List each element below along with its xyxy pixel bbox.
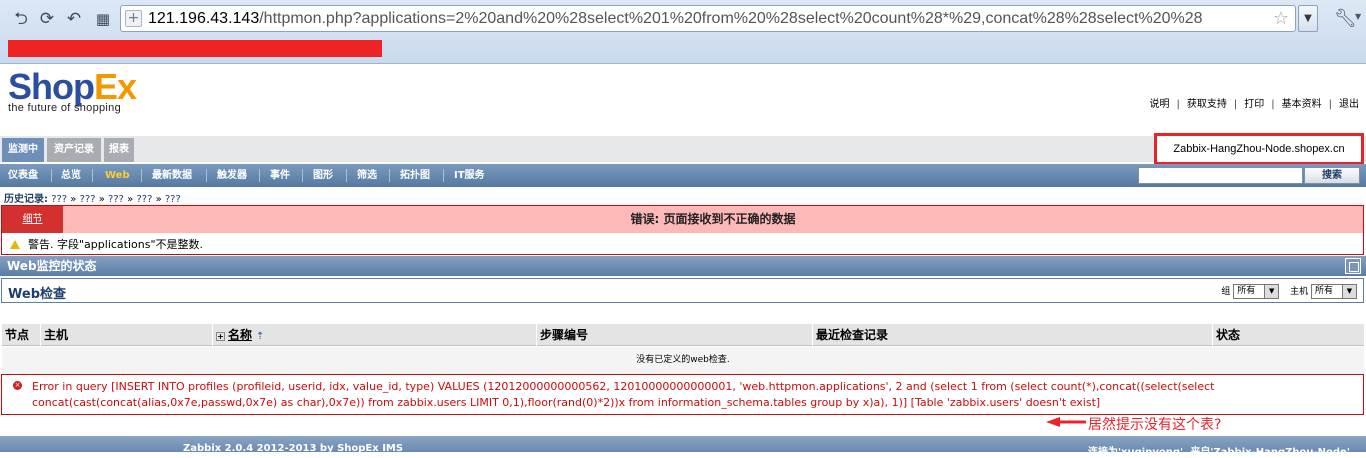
col-step-number[interactable]: 步骤编号 bbox=[536, 324, 812, 346]
page-info-icon[interactable]: + bbox=[125, 10, 142, 27]
error-details-link[interactable]: 细节 bbox=[2, 206, 63, 233]
history-item[interactable]: ??? bbox=[165, 194, 181, 205]
wrench-icon[interactable]: 🔧︎ bbox=[1334, 8, 1357, 29]
history-item[interactable]: ??? bbox=[108, 194, 124, 205]
tab-inventory[interactable]: 资产记录 bbox=[47, 138, 101, 162]
empty-row: 没有已定义的web检查. bbox=[2, 347, 1364, 374]
web-check-title: Web检查 bbox=[8, 287, 66, 302]
shopex-logo: ShopEx the future of shopping bbox=[8, 66, 137, 115]
sort-arrow-icon: ⇡ bbox=[256, 331, 265, 342]
col-node[interactable]: 节点 bbox=[2, 324, 40, 346]
annotation-arrow bbox=[1046, 417, 1086, 427]
error-icon: × bbox=[13, 381, 22, 390]
error-box: 细节 错误: 页面接收到不正确的数据 警告. 字段"applications"不… bbox=[1, 205, 1364, 255]
col-last-check[interactable]: 最近检查记录 bbox=[812, 324, 1212, 346]
chevron-down-icon[interactable]: ▼ bbox=[1355, 12, 1361, 21]
tab-monitoring[interactable]: 监测中 bbox=[2, 138, 44, 162]
col-name[interactable]: + 名称 ⇡ bbox=[212, 324, 536, 346]
menu-screens[interactable]: 筛选 bbox=[357, 164, 377, 187]
history-item[interactable]: ??? bbox=[80, 194, 96, 205]
error-header: 细节 错误: 页面接收到不正确的数据 bbox=[2, 206, 1363, 233]
col-host[interactable]: 主机 bbox=[40, 324, 212, 346]
menu-dashboard[interactable]: 仪表盘 bbox=[8, 164, 38, 187]
filters: 组 所有 主机 所有 bbox=[1221, 284, 1357, 299]
menu-latest-data[interactable]: 最新数据 bbox=[152, 164, 192, 187]
menu-maps[interactable]: 拓扑图 bbox=[400, 164, 430, 187]
table-header: 节点 主机 + 名称 ⇡ 步骤编号 最近检查记录 状态 bbox=[2, 324, 1364, 346]
expand-icon[interactable]: + bbox=[216, 332, 225, 341]
link-support[interactable]: 获取支持 bbox=[1187, 99, 1227, 110]
annotation-text: 居然提示没有这个表? bbox=[1088, 417, 1222, 433]
redaction-bar bbox=[8, 40, 382, 57]
home-icon[interactable]: ▦ bbox=[92, 8, 114, 30]
menu-web[interactable]: Web bbox=[105, 164, 130, 187]
search-button[interactable]: 搜索 bbox=[1304, 167, 1360, 184]
history-item[interactable]: ??? bbox=[136, 194, 152, 205]
url-text[interactable]: 121.196.43.143/httpmon.php?applications=… bbox=[148, 10, 1258, 28]
host-label: 主机 bbox=[1290, 287, 1309, 297]
back-icon[interactable]: ⮌ bbox=[10, 8, 32, 30]
history-item[interactable]: ??? bbox=[51, 194, 67, 205]
search-input[interactable] bbox=[1138, 167, 1303, 184]
menu-it-services[interactable]: IT服务 bbox=[454, 164, 485, 187]
footer-copyright: Zabbix 2.0.4 2012-2013 by ShopEx IMS bbox=[183, 443, 404, 454]
col-status[interactable]: 状态 bbox=[1212, 324, 1364, 346]
group-select[interactable]: 所有 bbox=[1233, 284, 1280, 299]
top-links: 说明 | 获取支持 | 打印 | 基本资料 | 退出 bbox=[1149, 99, 1360, 110]
tab-reports[interactable]: 报表 bbox=[104, 138, 134, 162]
link-print[interactable]: 打印 bbox=[1244, 99, 1264, 110]
error-title: 错误: 页面接收到不正确的数据 bbox=[630, 212, 796, 226]
warning-icon bbox=[10, 240, 20, 249]
menu-events[interactable]: 事件 bbox=[270, 164, 290, 187]
breadcrumb: 历史记录: ??? » ??? » ??? » ??? » ??? bbox=[4, 194, 181, 205]
footer-connection: 连接为'xuqinyong', 来自'Zabbix-HangZhou-Node' bbox=[1088, 447, 1350, 458]
menu-graphs[interactable]: 图形 bbox=[313, 164, 333, 187]
section-title: Web监控的状态 bbox=[0, 256, 1366, 276]
node-name: Zabbix-HangZhou-Node.shopex.cn bbox=[1154, 133, 1364, 165]
sql-error-box: × Error in query [INSERT INTO profiles (… bbox=[1, 374, 1364, 415]
menu-overview[interactable]: 总览 bbox=[61, 164, 81, 187]
link-profile[interactable]: 基本资料 bbox=[1282, 99, 1322, 110]
reload-icon[interactable]: ↶ bbox=[63, 8, 85, 30]
sql-error-text: Error in query [INSERT INTO profiles (pr… bbox=[32, 380, 1215, 409]
menu-triggers[interactable]: 触发器 bbox=[217, 164, 247, 187]
star-icon[interactable]: ☆ bbox=[1273, 8, 1289, 29]
address-dropdown-button[interactable]: ▼ bbox=[1298, 5, 1318, 32]
fullscreen-icon[interactable] bbox=[1345, 258, 1361, 274]
host-select[interactable]: 所有 bbox=[1311, 284, 1357, 299]
link-help[interactable]: 说明 bbox=[1150, 99, 1170, 110]
link-logout[interactable]: 退出 bbox=[1339, 99, 1359, 110]
group-label: 组 bbox=[1221, 287, 1231, 297]
web-check-bar: Web检查 组 所有 主机 所有 bbox=[1, 278, 1364, 303]
forward-icon[interactable]: ⟳ bbox=[36, 8, 58, 30]
address-bar[interactable]: + 121.196.43.143/httpmon.php?application… bbox=[120, 5, 1296, 32]
error-message: 警告. 字段"applications"不是整数. bbox=[10, 236, 203, 252]
